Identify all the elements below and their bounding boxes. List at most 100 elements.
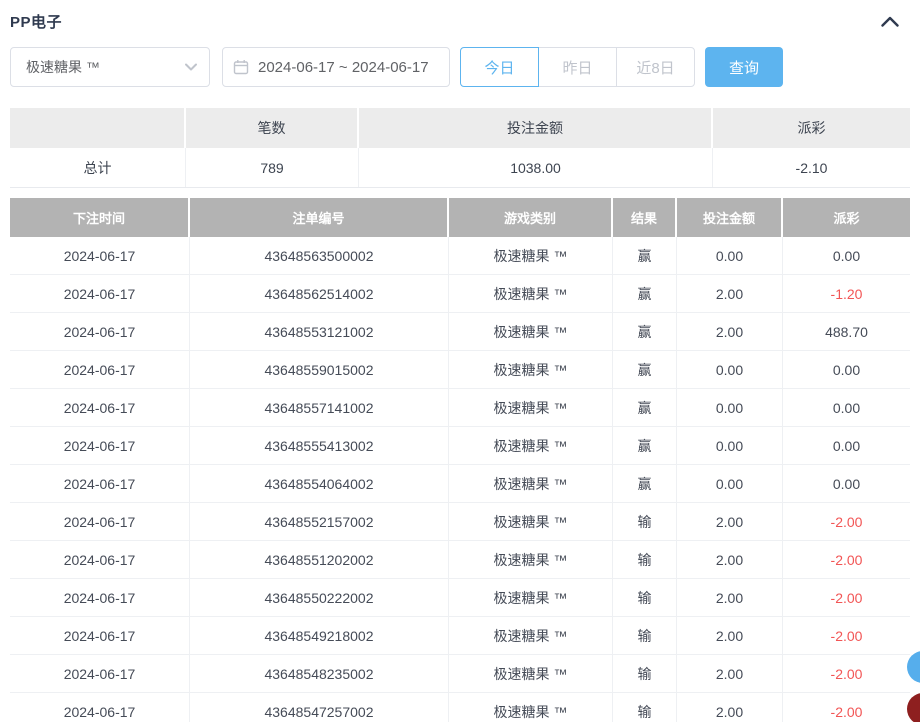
table-row: 2024-06-1743648549218002极速糖果 ™输2.00-2.00 — [10, 617, 910, 655]
summary-header-count: 笔数 — [186, 108, 359, 148]
cell-bet-time: 2024-06-17 — [10, 351, 190, 388]
table-row: 2024-06-1743648557141002极速糖果 ™赢0.000.00 — [10, 389, 910, 427]
cell-bet-amount: 2.00 — [677, 541, 783, 578]
summary-table: 笔数 投注金额 派彩 总计 789 1038.00 -2.10 — [10, 108, 910, 188]
table-row: 2024-06-1743648551202002极速糖果 ™输2.00-2.00 — [10, 541, 910, 579]
cell-payout: 0.00 — [783, 351, 910, 388]
cell-bet-id: 43648562514002 — [190, 275, 449, 312]
summary-header-bet-amount: 投注金额 — [359, 108, 713, 148]
cell-bet-id: 43648547257002 — [190, 693, 449, 722]
cell-game-type: 极速糖果 ™ — [449, 465, 613, 502]
cell-payout: 0.00 — [783, 389, 910, 426]
header-bet-id: 注单编号 — [190, 198, 449, 237]
cell-game-type: 极速糖果 ™ — [449, 541, 613, 578]
cell-payout: 0.00 — [783, 237, 910, 274]
today-button[interactable]: 今日 — [460, 47, 539, 87]
cell-bet-time: 2024-06-17 — [10, 427, 190, 464]
cell-bet-amount: 0.00 — [677, 389, 783, 426]
cell-result: 输 — [613, 579, 677, 616]
date-range-input[interactable]: 2024-06-17 ~ 2024-06-17 — [222, 47, 450, 87]
last-8-days-button[interactable]: 近8日 — [616, 47, 695, 87]
table-row: 2024-06-1743648563500002极速糖果 ™赢0.000.00 — [10, 237, 910, 275]
header-game-type: 游戏类别 — [449, 198, 613, 237]
cell-bet-amount: 2.00 — [677, 579, 783, 616]
summary-header-row: 笔数 投注金额 派彩 — [10, 108, 910, 148]
cell-payout: -2.00 — [783, 541, 910, 578]
cell-game-type: 极速糖果 ™ — [449, 503, 613, 540]
quick-date-button-group: 今日 昨日 近8日 — [460, 47, 695, 87]
header-result: 结果 — [613, 198, 677, 237]
header-bet-amount: 投注金额 — [677, 198, 783, 237]
cell-game-type: 极速糖果 ™ — [449, 579, 613, 616]
cell-payout: -2.00 — [783, 579, 910, 616]
cell-bet-amount: 2.00 — [677, 313, 783, 350]
cell-payout: -2.00 — [783, 617, 910, 654]
cell-bet-time: 2024-06-17 — [10, 389, 190, 426]
cell-result: 赢 — [613, 275, 677, 312]
cell-bet-amount: 2.00 — [677, 275, 783, 312]
cell-bet-amount: 0.00 — [677, 427, 783, 464]
cell-result: 赢 — [613, 389, 677, 426]
summary-total-bet-amount: 1038.00 — [359, 148, 713, 187]
cell-result: 赢 — [613, 351, 677, 388]
cell-payout: -2.00 — [783, 503, 910, 540]
summary-header-payout: 派彩 — [713, 108, 910, 148]
summary-total-payout: -2.10 — [713, 148, 910, 187]
date-range-value: 2024-06-17 ~ 2024-06-17 — [258, 59, 429, 76]
cell-bet-time: 2024-06-17 — [10, 465, 190, 502]
cell-game-type: 极速糖果 ™ — [449, 693, 613, 722]
cell-bet-amount: 2.00 — [677, 655, 783, 692]
cell-bet-time: 2024-06-17 — [10, 541, 190, 578]
pp-electronics-panel: PP电子 极速糖果 ™ — [0, 0, 920, 722]
cell-bet-amount: 0.00 — [677, 351, 783, 388]
panel-header: PP电子 — [10, 8, 910, 34]
cell-game-type: 极速糖果 ™ — [449, 351, 613, 388]
cell-game-type: 极速糖果 ™ — [449, 655, 613, 692]
table-row: 2024-06-1743648548235002极速糖果 ™输2.00-2.00 — [10, 655, 910, 693]
cell-bet-id: 43648557141002 — [190, 389, 449, 426]
table-row: 2024-06-1743648554064002极速糖果 ™赢0.000.00 — [10, 465, 910, 503]
header-payout: 派彩 — [783, 198, 910, 237]
cell-bet-id: 43648548235002 — [190, 655, 449, 692]
cell-bet-id: 43648549218002 — [190, 617, 449, 654]
header-bet-time: 下注时间 — [10, 198, 190, 237]
table-row: 2024-06-1743648559015002极速糖果 ™赢0.000.00 — [10, 351, 910, 389]
cell-bet-id: 43648559015002 — [190, 351, 449, 388]
cell-result: 赢 — [613, 465, 677, 502]
cell-game-type: 极速糖果 ™ — [449, 389, 613, 426]
yesterday-button[interactable]: 昨日 — [538, 47, 617, 87]
cell-result: 赢 — [613, 237, 677, 274]
collapse-panel-button[interactable] — [878, 9, 902, 33]
cell-result: 输 — [613, 693, 677, 722]
cell-bet-time: 2024-06-17 — [10, 693, 190, 722]
calendar-icon — [233, 59, 249, 75]
cell-payout: 0.00 — [783, 465, 910, 502]
cell-payout: 0.00 — [783, 427, 910, 464]
cell-bet-amount: 0.00 — [677, 465, 783, 502]
bet-table-body: 2024-06-1743648563500002极速糖果 ™赢0.000.002… — [10, 237, 910, 722]
cell-result: 赢 — [613, 313, 677, 350]
page-title: PP电子 — [10, 11, 62, 32]
table-row: 2024-06-1743648547257002极速糖果 ™输2.00-2.00 — [10, 693, 910, 722]
cell-result: 输 — [613, 541, 677, 578]
query-button[interactable]: 查询 — [705, 47, 783, 87]
cell-game-type: 极速糖果 ™ — [449, 275, 613, 312]
cell-bet-id: 43648563500002 — [190, 237, 449, 274]
cell-result: 输 — [613, 503, 677, 540]
cell-bet-id: 43648554064002 — [190, 465, 449, 502]
summary-total-count: 789 — [186, 148, 359, 187]
cell-bet-time: 2024-06-17 — [10, 237, 190, 274]
cell-payout: -2.00 — [783, 693, 910, 722]
cell-bet-amount: 2.00 — [677, 617, 783, 654]
summary-header-empty — [10, 108, 186, 148]
cell-bet-time: 2024-06-17 — [10, 579, 190, 616]
cell-game-type: 极速糖果 ™ — [449, 313, 613, 350]
cell-bet-id: 43648553121002 — [190, 313, 449, 350]
game-select[interactable]: 极速糖果 ™ — [10, 47, 210, 87]
game-select-value: 极速糖果 ™ — [26, 57, 100, 77]
cell-bet-time: 2024-06-17 — [10, 275, 190, 312]
table-row: 2024-06-1743648550222002极速糖果 ™输2.00-2.00 — [10, 579, 910, 617]
cell-game-type: 极速糖果 ™ — [449, 427, 613, 464]
cell-bet-time: 2024-06-17 — [10, 617, 190, 654]
cell-payout: -1.20 — [783, 275, 910, 312]
